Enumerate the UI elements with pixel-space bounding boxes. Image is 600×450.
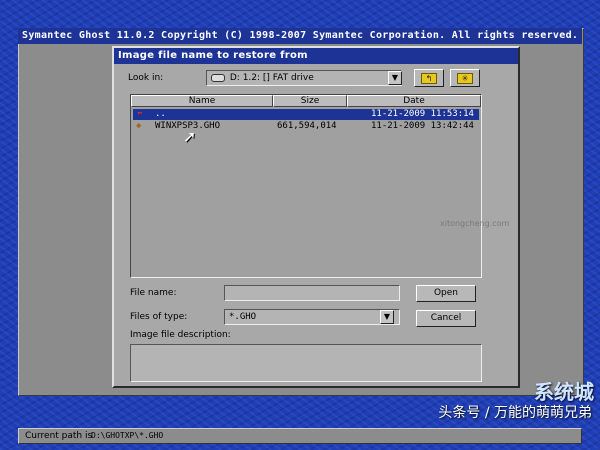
up-folder-icon: ↰ — [421, 73, 437, 84]
watermark-text: 头条号 / 万能的萌萌兄弟 — [438, 405, 592, 421]
image-description-label: Image file description: — [130, 330, 231, 340]
look-in-value: D: 1.2: [] FAT drive — [229, 73, 314, 83]
site-logo: 系统城 — [534, 380, 594, 404]
ghost-image-file-icon: ◈ — [136, 121, 142, 131]
up-arrow-icon: ⬅ — [137, 109, 143, 119]
app-title: Symantec Ghost 11.0.2 Copyright (C) 1998… — [18, 28, 582, 44]
look-in-dropdown-button[interactable]: ▼ — [388, 71, 402, 85]
file-name: .. — [155, 109, 166, 119]
look-in-label: Look in: — [128, 73, 164, 83]
column-header-date[interactable]: Date — [347, 95, 481, 107]
column-header-size[interactable]: Size — [273, 95, 347, 107]
new-folder-icon: ✳ — [457, 73, 473, 84]
up-one-level-button[interactable]: ↰ — [414, 69, 444, 87]
image-description-box[interactable] — [130, 344, 482, 382]
look-in-dropdown[interactable]: D: 1.2: [] FAT drive — [206, 70, 402, 86]
file-list[interactable]: Name Size Date ⬅ .. 11-21-2009 11:53:14 … — [130, 94, 482, 278]
new-folder-button[interactable]: ✳ — [450, 69, 480, 87]
file-size: 661,594,014 — [277, 121, 337, 131]
files-of-type-value: *.GHO — [229, 312, 257, 322]
restore-image-dialog: Image file name to restore from Look in:… — [112, 46, 520, 388]
file-row-parent[interactable]: ⬅ .. 11-21-2009 11:53:14 — [133, 109, 479, 120]
column-header-name[interactable]: Name — [131, 95, 273, 107]
cancel-button[interactable]: Cancel — [416, 310, 476, 327]
files-of-type-dropdown-button[interactable]: ▼ — [380, 310, 394, 324]
current-path-value: D:\GHOTXP\*.GHO — [91, 431, 164, 440]
files-of-type-label: Files of type: — [130, 312, 188, 322]
current-path-label: Current path is — [25, 431, 93, 441]
file-date: 11-21-2009 13:42:44 — [371, 121, 474, 131]
open-button[interactable]: Open — [416, 285, 476, 302]
status-bar: Current path is D:\GHOTXP\*.GHO — [18, 428, 582, 444]
site-watermark-text: xitongcheng.com — [440, 219, 510, 228]
mouse-pointer-icon: ➚ — [183, 127, 197, 146]
file-date: 11-21-2009 11:53:14 — [371, 109, 474, 119]
file-name-input[interactable] — [224, 285, 400, 301]
drive-icon — [211, 73, 225, 82]
files-of-type-dropdown[interactable]: *.GHO — [224, 309, 400, 325]
dialog-title: Image file name to restore from — [114, 48, 518, 64]
file-name-label: File name: — [130, 288, 177, 298]
